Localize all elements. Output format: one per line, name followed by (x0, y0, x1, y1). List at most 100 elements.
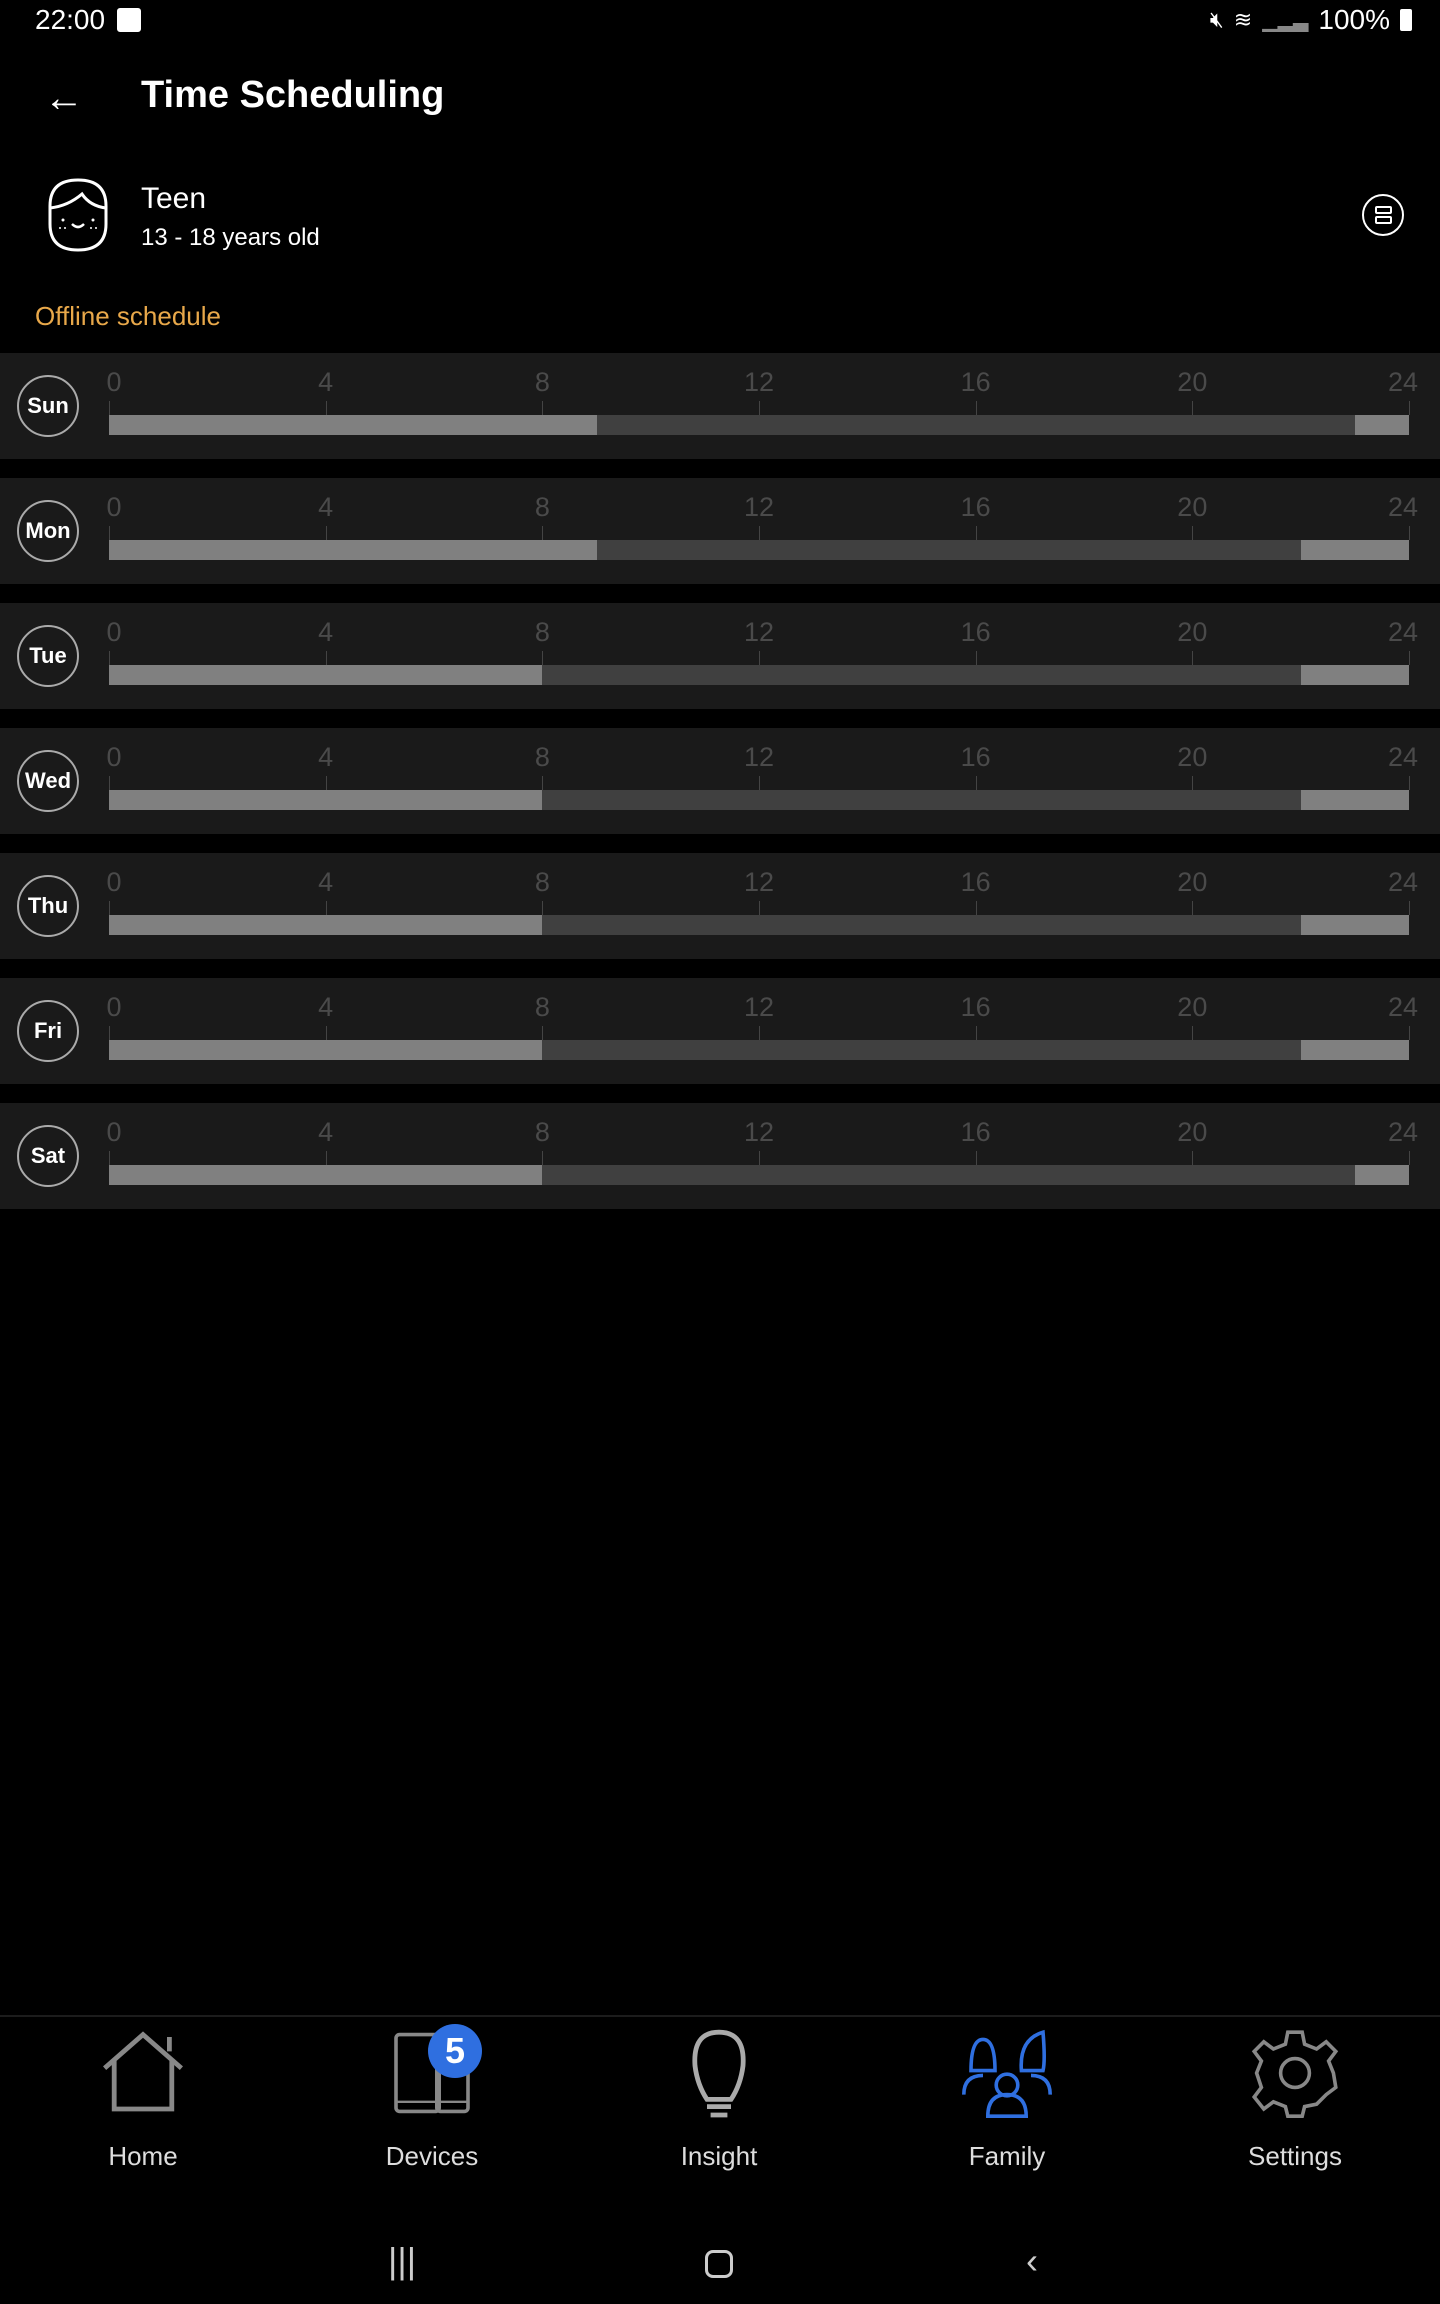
hour-tick-line (1409, 1026, 1410, 1040)
gear-icon (1251, 2030, 1339, 2118)
nav-label: Settings (1248, 2141, 1342, 2171)
hour-tick-line (542, 1026, 544, 1040)
hour-tick-line (975, 651, 977, 665)
hour-tick-label: 4 (318, 617, 334, 647)
offline-block[interactable] (109, 665, 543, 685)
hour-tick-label: 4 (318, 742, 334, 772)
hour-tick-label: 4 (318, 492, 334, 522)
schedule-row-tue[interactable]: Tue 0 4 8 12 16 20 24 (0, 603, 1440, 709)
schedule-bar[interactable] (109, 1165, 1409, 1185)
hour-tick-line (759, 651, 760, 665)
offline-block[interactable] (109, 915, 543, 935)
hour-tick-line (325, 526, 327, 540)
offline-block[interactable] (109, 1165, 543, 1185)
hour-tick-label: 24 (1387, 617, 1419, 647)
offline-block[interactable] (109, 540, 597, 560)
list-view-button[interactable] (1362, 194, 1404, 236)
hour-tick-line (1409, 1151, 1410, 1165)
offline-block[interactable] (109, 415, 597, 435)
offline-block[interactable] (109, 1040, 543, 1060)
hour-tick-label: 12 (743, 1117, 775, 1147)
hour-tick-line (542, 651, 544, 665)
hour-tick-line (975, 401, 977, 415)
back-arrow-icon[interactable]: ← (44, 76, 84, 120)
battery-level: 100% (1318, 4, 1390, 35)
offline-block[interactable] (1300, 665, 1409, 685)
nav-home[interactable]: Home (43, 2025, 243, 2172)
back-system-button[interactable]: ‹ (1026, 2240, 1038, 2282)
hour-tick-line (759, 526, 760, 540)
hour-tick-label: 20 (1177, 617, 1208, 647)
devices-count-badge: 5 (428, 2024, 482, 2078)
schedule-bar[interactable] (109, 540, 1409, 560)
nav-settings[interactable]: Settings (1195, 2025, 1395, 2172)
schedule-row-fri[interactable]: Fri 0 4 8 12 16 20 24 (0, 978, 1440, 1084)
hour-tick-label: 0 (106, 367, 122, 397)
nav-label: Insight (680, 2141, 758, 2171)
hour-tick-label: 4 (318, 867, 334, 897)
schedule-row-wed[interactable]: Wed 0 4 8 12 16 20 24 (0, 728, 1440, 834)
hour-tick-label: 20 (1177, 492, 1208, 522)
day-label: Mon (17, 500, 79, 562)
schedule-bar[interactable] (109, 915, 1409, 935)
recent-apps-button[interactable]: ||| (388, 2240, 416, 2282)
schedule-bar[interactable] (109, 790, 1409, 810)
hour-tick-label: 20 (1177, 992, 1208, 1022)
hour-tick-label: 4 (318, 367, 334, 397)
hour-tick-line (109, 651, 110, 665)
hour-tick-label: 20 (1177, 1117, 1208, 1147)
hour-tick-line (109, 776, 110, 790)
wifi-icon: ≋ (1233, 7, 1253, 32)
schedule-row-thu[interactable]: Thu 0 4 8 12 16 20 24 (0, 853, 1440, 959)
offline-block[interactable] (109, 790, 543, 810)
hour-tick-line (759, 401, 760, 415)
offline-block[interactable] (1354, 415, 1409, 435)
schedule-bar[interactable] (109, 1040, 1409, 1060)
offline-block[interactable] (1300, 1040, 1409, 1060)
schedule-row-sat[interactable]: Sat 0 4 8 12 16 20 24 (0, 1103, 1440, 1209)
nav-label: Home (108, 2141, 178, 2171)
hour-tick-line (975, 901, 977, 915)
nav-family[interactable]: Family (907, 2025, 1107, 2172)
hour-tick-label: 12 (743, 367, 775, 397)
offline-block[interactable] (1300, 915, 1409, 935)
hour-tick-label: 12 (743, 742, 775, 772)
hour-tick-label: 0 (106, 617, 122, 647)
hour-tick-line (1192, 901, 1194, 915)
hour-tick-line (759, 901, 760, 915)
day-label: Thu (17, 875, 79, 937)
schedule-row-sun[interactable]: Sun 0 4 8 12 16 20 24 (0, 353, 1440, 459)
section-title: Offline schedule (35, 301, 221, 331)
hour-tick-line (325, 776, 327, 790)
nav-divider (0, 2015, 1440, 2017)
status-icons: 🔇︎ ≋ ▁▂▃ 100% (1210, 4, 1412, 36)
family-icon (962, 2029, 1052, 2118)
hour-tick-line (1409, 526, 1410, 540)
hour-tick-label: 24 (1387, 367, 1419, 397)
hour-tick-line (975, 1026, 977, 1040)
hour-tick-label: 8 (534, 1117, 550, 1147)
hour-tick-line (109, 526, 110, 540)
hour-tick-line (975, 1151, 977, 1165)
lightbulb-icon (692, 2029, 746, 2118)
nav-insight[interactable]: Insight (619, 2025, 819, 2172)
hour-tick-label: 12 (743, 992, 775, 1022)
schedule-bar[interactable] (109, 415, 1409, 435)
hour-tick-line (542, 776, 544, 790)
schedule-row-mon[interactable]: Mon 0 4 8 12 16 20 24 (0, 478, 1440, 584)
hour-tick-label: 12 (743, 867, 775, 897)
hour-tick-line (542, 901, 544, 915)
offline-block[interactable] (1354, 1165, 1409, 1185)
clock: 22:00 (35, 4, 106, 35)
offline-block[interactable] (1300, 540, 1409, 560)
offline-block[interactable] (1300, 790, 1409, 810)
schedule-bar[interactable] (109, 665, 1409, 685)
hour-tick-line (975, 526, 977, 540)
hour-tick-label: 16 (960, 867, 991, 897)
day-label: Tue (17, 625, 79, 687)
hour-tick-line (1192, 1026, 1194, 1040)
hour-tick-line (975, 776, 977, 790)
page-title: Time Scheduling (141, 74, 445, 116)
home-system-button[interactable] (705, 2250, 733, 2278)
hour-tick-label: 0 (106, 742, 122, 772)
